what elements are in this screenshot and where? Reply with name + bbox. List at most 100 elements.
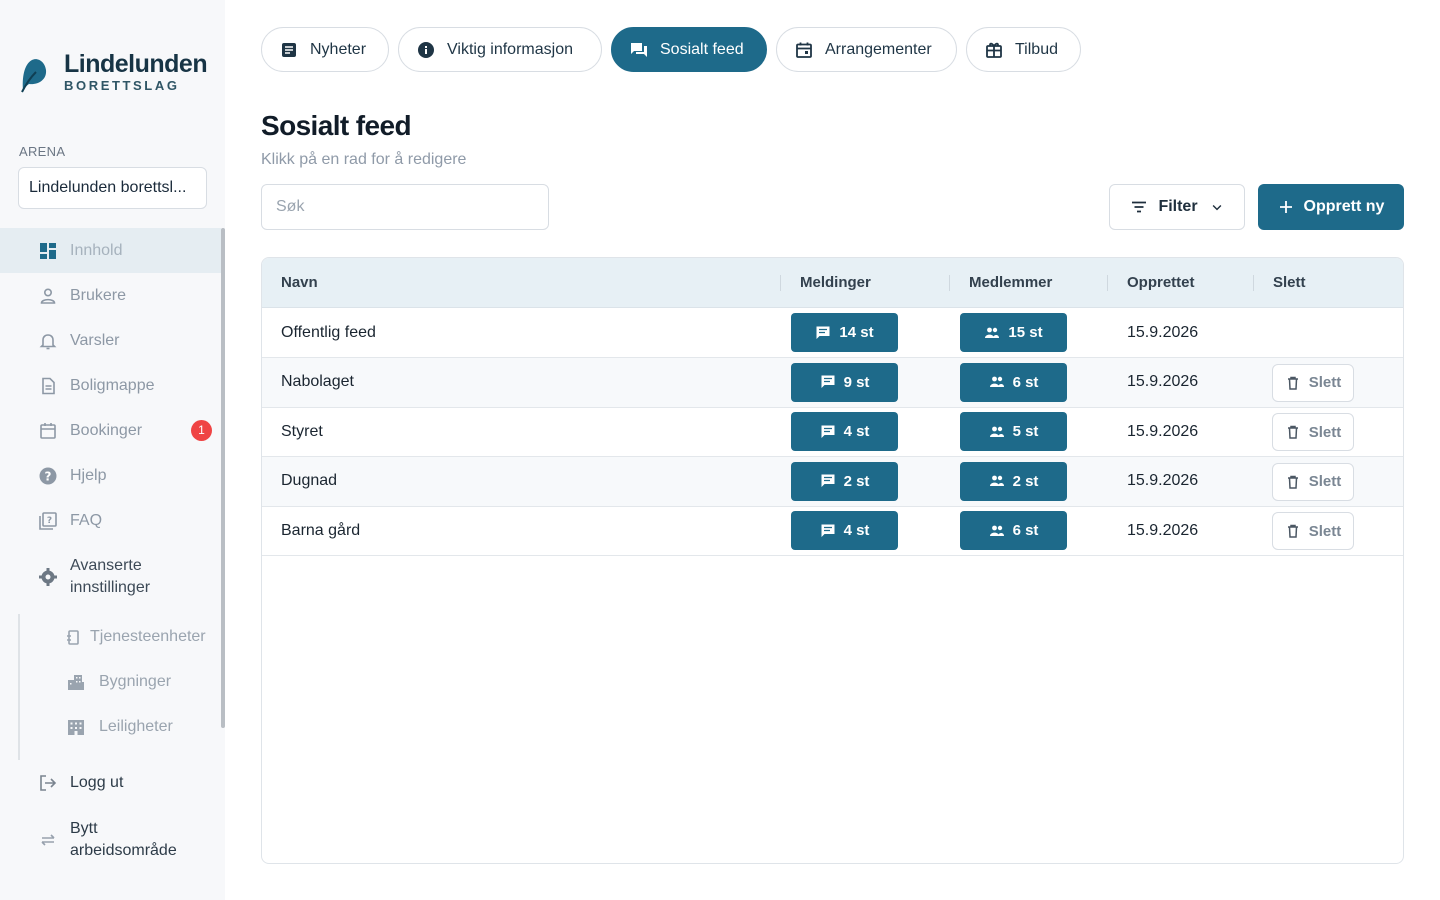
delete-label: Slett bbox=[1308, 522, 1342, 540]
sidebar-item-label: FAQ bbox=[70, 511, 103, 529]
trash-icon bbox=[1285, 424, 1309, 440]
messages-count-pill[interactable]: 2 st bbox=[791, 461, 898, 501]
logout-icon bbox=[38, 773, 58, 793]
trash-icon bbox=[1285, 375, 1309, 391]
switch-workspace-button[interactable]: Bytt arbeidsområde bbox=[0, 816, 221, 864]
column-header-medlemmer[interactable]: Medlemmer bbox=[969, 258, 1052, 308]
created-date-cell: 15.9.2026 bbox=[1127, 422, 1199, 440]
messages-count-pill[interactable]: 14 st bbox=[791, 313, 898, 352]
sidebar-subitem-leiligheter[interactable]: Leiligheter bbox=[66, 704, 173, 749]
tab-tilbud[interactable]: Tilbud bbox=[966, 27, 1081, 72]
switch-workspace-label: Bytt arbeidsområde bbox=[70, 820, 177, 859]
chat-icon bbox=[820, 523, 844, 539]
sidebar-item-label: Brukere bbox=[70, 286, 127, 304]
delete-label: Slett bbox=[1308, 423, 1342, 441]
table-row[interactable]: Barna gård 4 st 6 st 15.9.2026 Slett bbox=[262, 506, 1403, 556]
members-count-pill[interactable]: 15 st bbox=[960, 313, 1067, 352]
messages-count-pill[interactable]: 4 st bbox=[791, 412, 898, 451]
delete-button[interactable]: Slett bbox=[1272, 512, 1354, 550]
tab-label: Arrangementer bbox=[825, 40, 932, 58]
sidebar-subitem-label: Tjenesteenheter bbox=[90, 627, 206, 645]
tab-label: Viktig informasjon bbox=[447, 40, 573, 58]
brand-name: Lindelunden bbox=[64, 50, 208, 78]
tab-arrangementer[interactable]: Arrangementer bbox=[776, 27, 957, 72]
user-icon bbox=[38, 286, 58, 306]
building-icon bbox=[66, 672, 86, 692]
sidebar-item-label: Bookinger bbox=[70, 421, 143, 439]
brand-subtitle: BORETTSLAG bbox=[64, 78, 180, 93]
messages-count: 4 st bbox=[843, 423, 870, 440]
logout-button[interactable]: Logg ut bbox=[0, 760, 221, 805]
sidebar-item-label: Innhold bbox=[70, 241, 123, 259]
group-icon bbox=[989, 374, 1013, 390]
sidebar-scrollbar[interactable] bbox=[221, 228, 225, 728]
messages-count-pill[interactable]: 4 st bbox=[791, 511, 898, 550]
logout-label: Logg ut bbox=[70, 773, 124, 791]
chat-icon bbox=[820, 424, 844, 440]
delete-button[interactable]: Slett bbox=[1272, 363, 1354, 402]
sidebar-item-hjelp[interactable]: ? Hjelp bbox=[0, 453, 221, 498]
page-title: Sosialt feed bbox=[261, 110, 412, 141]
tab-nyheter[interactable]: Nyheter bbox=[261, 27, 389, 72]
column-header-navn[interactable]: Navn bbox=[281, 258, 318, 308]
members-count-pill[interactable]: 2 st bbox=[960, 461, 1067, 501]
search-input[interactable] bbox=[261, 184, 549, 230]
members-count-pill[interactable]: 5 st bbox=[960, 412, 1067, 451]
bell-icon bbox=[38, 331, 58, 351]
members-count-pill[interactable]: 6 st bbox=[960, 362, 1067, 402]
filter-button[interactable]: Filter bbox=[1109, 184, 1245, 230]
sidebar-item-innhold[interactable]: Innhold bbox=[0, 228, 221, 273]
trash-icon bbox=[1285, 474, 1309, 490]
event-icon bbox=[795, 41, 813, 59]
sidebar-item-faq[interactable]: ? FAQ bbox=[0, 498, 221, 543]
delete-button[interactable]: Slett bbox=[1272, 462, 1354, 501]
column-header-meldinger[interactable]: Meldinger bbox=[800, 258, 871, 308]
table-row[interactable]: Styret 4 st 5 st 15.9.2026 Slett bbox=[262, 407, 1403, 457]
column-header-opprettet[interactable]: Opprettet bbox=[1127, 258, 1195, 308]
filter-label: Filter bbox=[1158, 198, 1198, 215]
sidebar-item-avanserte-innstillinger[interactable]: Avanserte innstillinger bbox=[0, 552, 221, 602]
tab-label: Tilbud bbox=[1015, 40, 1058, 58]
table-row[interactable]: Offentlig feed 14 st 15 st 15.9.2026 bbox=[262, 308, 1403, 358]
sidebar-subitem-bygninger[interactable]: Bygninger bbox=[66, 659, 171, 704]
created-date-cell: 15.9.2026 bbox=[1127, 373, 1199, 390]
sidebar-item-boligmappe[interactable]: Boligmappe bbox=[0, 363, 221, 408]
messages-count: 14 st bbox=[839, 324, 874, 341]
column-divider bbox=[1107, 275, 1108, 291]
chat-icon bbox=[815, 325, 839, 341]
tab-viktig-informasjon[interactable]: Viktig informasjon bbox=[398, 27, 602, 72]
table-row[interactable]: Nabolaget 9 st 6 st 15.9.2026 Slett bbox=[262, 357, 1403, 408]
sidebar-item-varsler[interactable]: Varsler bbox=[0, 318, 221, 363]
sidebar-subitem-tjenesteenheter[interactable]: Tjenesteenheter bbox=[66, 614, 206, 659]
delete-label: Slett bbox=[1308, 374, 1342, 391]
forum-icon bbox=[630, 41, 648, 59]
plus-icon bbox=[1279, 201, 1292, 213]
sidebar-subitem-label: Leiligheter bbox=[99, 717, 173, 735]
feeds-table: Navn Meldinger Medlemmer Opprettet Slett… bbox=[261, 257, 1404, 864]
page-subtitle: Klikk på en rad for å redigere bbox=[261, 151, 467, 168]
members-count-pill[interactable]: 6 st bbox=[960, 511, 1067, 550]
create-new-label: Opprett ny bbox=[1303, 198, 1385, 215]
column-divider bbox=[1253, 275, 1254, 291]
table-header: Navn Meldinger Medlemmer Opprettet Slett bbox=[262, 258, 1403, 308]
submenu-rail bbox=[18, 614, 20, 760]
messages-count: 2 st bbox=[843, 472, 870, 490]
brand-logo[interactable]: Lindelunden BORETTSLAG bbox=[18, 50, 208, 94]
info-icon bbox=[417, 41, 435, 59]
messages-count-pill[interactable]: 9 st bbox=[791, 362, 898, 402]
table-row[interactable]: Dugnad 2 st 2 st 15.9.2026 Slett bbox=[262, 456, 1403, 507]
created-date-cell: 15.9.2026 bbox=[1127, 472, 1199, 489]
tab-sosialt-feed[interactable]: Sosialt feed bbox=[611, 27, 767, 72]
arena-label: ARENA bbox=[19, 144, 66, 159]
arena-select[interactable]: Lindelunden borettsl... bbox=[18, 167, 207, 209]
gift-icon bbox=[985, 41, 1003, 59]
sidebar-item-brukere[interactable]: Brukere bbox=[0, 273, 221, 318]
feed-name-cell: Dugnad bbox=[281, 472, 338, 489]
sidebar: Lindelunden BORETTSLAG ARENA Lindelunden… bbox=[0, 0, 225, 900]
sidebar-item-bookinger[interactable]: Bookinger 1 bbox=[0, 408, 221, 453]
svg-text:?: ? bbox=[47, 516, 52, 526]
create-new-button[interactable]: Opprett ny bbox=[1258, 184, 1404, 230]
messages-count: 9 st bbox=[843, 373, 870, 391]
delete-button[interactable]: Slett bbox=[1272, 413, 1354, 451]
sidebar-item-label: Boligmappe bbox=[70, 376, 155, 394]
